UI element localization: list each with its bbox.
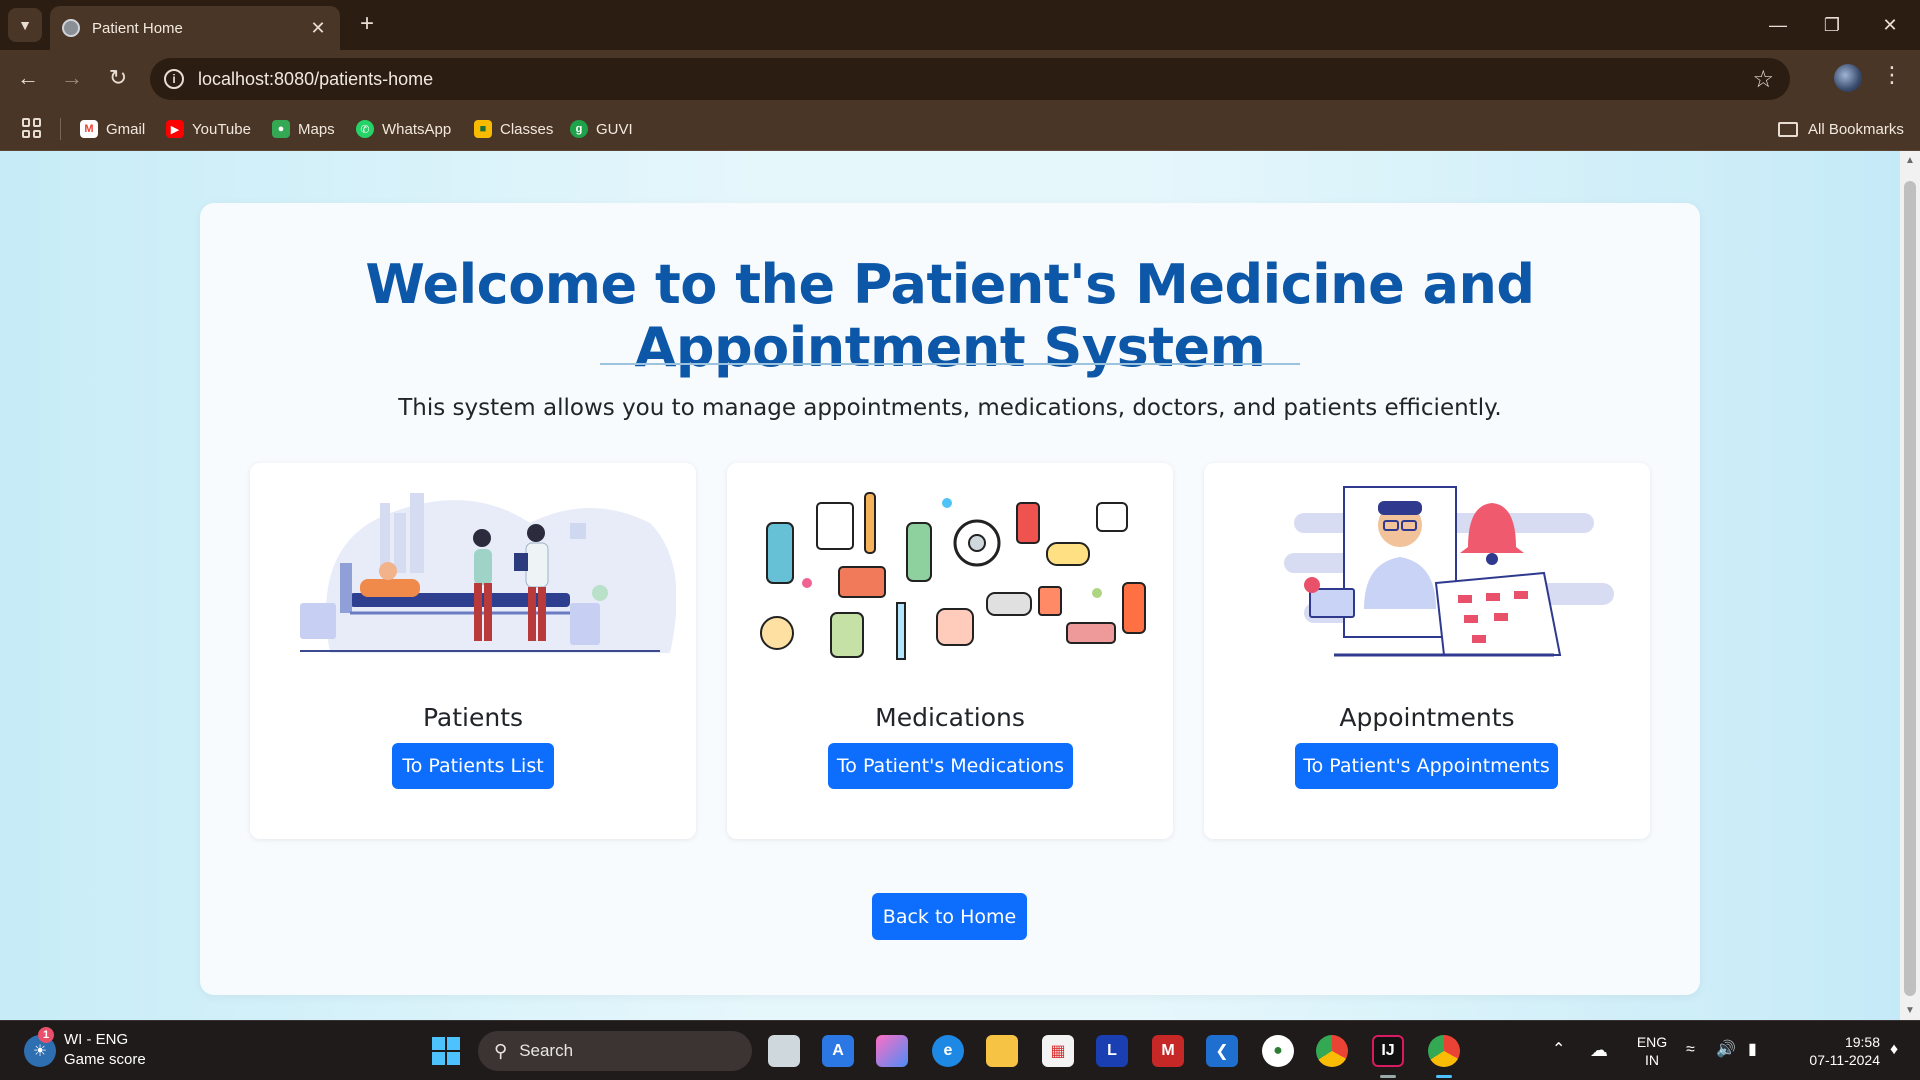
tab-title: Patient Home bbox=[92, 19, 183, 37]
chrome-active-icon[interactable] bbox=[1428, 1035, 1460, 1067]
bookmark-label: Classes bbox=[500, 120, 554, 138]
scroll-down-arrow-icon[interactable]: ▼ bbox=[1904, 1005, 1916, 1016]
bookmark-label: Maps bbox=[298, 120, 335, 138]
scroll-up-arrow-icon[interactable]: ▲ bbox=[1904, 155, 1916, 166]
appointments-card-title: Appointments bbox=[1339, 703, 1515, 732]
task-view-icon[interactable] bbox=[768, 1035, 800, 1067]
windows-taskbar: ☀ 1 WI - ENG Game score ⚲ Search A e ▦ L… bbox=[0, 1020, 1920, 1080]
file-explorer-icon[interactable] bbox=[986, 1035, 1018, 1067]
copilot-icon[interactable] bbox=[876, 1035, 908, 1067]
windows-start-icon[interactable] bbox=[430, 1035, 462, 1067]
patients-card: Patients To Patients List bbox=[250, 463, 696, 839]
browser-tab-bar: ▼ Patient Home ✕ + — ❐ ✕ bbox=[0, 0, 1920, 50]
running-indicator bbox=[1380, 1075, 1396, 1078]
gmail-icon: M bbox=[80, 120, 98, 138]
bookmark-maps[interactable]: ● Maps bbox=[272, 117, 335, 141]
reload-icon[interactable]: ↻ bbox=[102, 62, 134, 94]
globe-icon bbox=[62, 19, 80, 37]
classroom-icon: ■ bbox=[474, 120, 492, 138]
search-icon: ⚲ bbox=[494, 1040, 508, 1061]
app-icon[interactable]: A bbox=[822, 1035, 854, 1067]
browser-toolbar: ← → ↻ i localhost:8080/patients-home ☆ ⋮ bbox=[0, 50, 1920, 106]
medications-card: Medications To Patient's Medications bbox=[727, 463, 1173, 839]
page-title: Welcome to the Patient's Medicine and Ap… bbox=[365, 253, 1535, 379]
widget-subtitle[interactable]: Game score bbox=[64, 1051, 146, 1069]
active-indicator bbox=[1436, 1075, 1452, 1078]
back-arrow-icon[interactable]: ← bbox=[12, 62, 44, 94]
bookmark-star-icon[interactable]: ☆ bbox=[1752, 65, 1774, 94]
patients-list-button[interactable]: To Patients List bbox=[392, 743, 554, 789]
show-hidden-icons[interactable]: ⌃ bbox=[1552, 1041, 1565, 1059]
tab-search-button[interactable]: ▼ bbox=[8, 8, 42, 42]
all-bookmarks-label: All Bookmarks bbox=[1808, 120, 1904, 138]
appointments-button[interactable]: To Patient's Appointments bbox=[1295, 743, 1558, 789]
bookmarks-separator bbox=[60, 118, 61, 140]
back-to-home-button[interactable]: Back to Home bbox=[872, 893, 1027, 940]
bookmark-label: YouTube bbox=[192, 120, 251, 138]
battery-icon[interactable]: ▮ bbox=[1748, 1041, 1757, 1059]
intellij-icon[interactable]: IJ bbox=[1372, 1035, 1404, 1067]
wifi-icon[interactable]: ≈ bbox=[1686, 1041, 1695, 1059]
taskbar-search[interactable]: ⚲ Search bbox=[478, 1031, 752, 1071]
app-l-icon[interactable]: L bbox=[1096, 1035, 1128, 1067]
maps-icon: ● bbox=[272, 120, 290, 138]
apps-grid-icon[interactable] bbox=[22, 118, 42, 138]
notification-badge: 1 bbox=[38, 1027, 54, 1043]
language-bottom[interactable]: IN bbox=[1634, 1051, 1670, 1069]
patients-card-title: Patients bbox=[422, 703, 524, 732]
store-icon[interactable]: ▦ bbox=[1042, 1035, 1074, 1067]
medical-supplies-illustration bbox=[747, 483, 1153, 667]
onedrive-icon[interactable]: ☁ bbox=[1590, 1041, 1608, 1059]
bookmark-label: WhatsApp bbox=[382, 120, 452, 138]
medications-button[interactable]: To Patient's Medications bbox=[828, 743, 1073, 789]
url-text[interactable]: localhost:8080/patients-home bbox=[198, 69, 1752, 90]
site-info-icon[interactable]: i bbox=[164, 69, 184, 89]
page-viewport: Welcome to the Patient's Medicine and Ap… bbox=[0, 151, 1900, 1020]
restore-button[interactable]: ❐ bbox=[1814, 10, 1850, 40]
page-scrollbar[interactable]: ▲ ▼ bbox=[1900, 151, 1920, 1020]
volume-icon[interactable]: 🔊 bbox=[1716, 1041, 1736, 1059]
chrome-icon[interactable] bbox=[1316, 1035, 1348, 1067]
youtube-icon: ▶ bbox=[166, 120, 184, 138]
mongodb-icon[interactable]: ● bbox=[1262, 1035, 1294, 1067]
profile-avatar[interactable] bbox=[1834, 64, 1862, 92]
forward-arrow-icon[interactable]: → bbox=[56, 62, 88, 94]
appointments-card: Appointments To Patient's Appointments bbox=[1204, 463, 1650, 839]
folder-icon bbox=[1778, 121, 1798, 137]
widget-title[interactable]: WI - ENG bbox=[64, 1031, 128, 1049]
bookmark-whatsapp[interactable]: ✆ WhatsApp bbox=[356, 117, 451, 141]
intro-text: This system allows you to manage appoint… bbox=[398, 395, 1502, 421]
browser-tab[interactable]: Patient Home ✕ bbox=[50, 6, 340, 50]
all-bookmarks-button[interactable]: All Bookmarks bbox=[1778, 117, 1904, 141]
new-tab-button[interactable]: + bbox=[352, 10, 382, 40]
bookmark-label: GUVI bbox=[596, 120, 633, 138]
clock-date[interactable]: 07-11-2024 bbox=[1780, 1051, 1880, 1069]
language-top[interactable]: ENG bbox=[1634, 1033, 1670, 1051]
close-tab-icon[interactable]: ✕ bbox=[308, 18, 328, 39]
bookmark-label: Gmail bbox=[106, 120, 146, 138]
vscode-icon[interactable]: ❮ bbox=[1206, 1035, 1238, 1067]
bookmark-gmail[interactable]: M Gmail bbox=[80, 117, 145, 141]
search-placeholder: Search bbox=[519, 1041, 574, 1060]
notification-bell-icon[interactable]: ♦ bbox=[1890, 1041, 1898, 1059]
scrollbar-thumb[interactable] bbox=[1904, 181, 1916, 996]
clock-time[interactable]: 19:58 bbox=[1780, 1033, 1880, 1051]
bookmark-classes[interactable]: ■ Classes bbox=[474, 117, 553, 141]
doctor-calendar-illustration bbox=[1284, 486, 1614, 657]
address-bar[interactable]: i localhost:8080/patients-home ☆ bbox=[150, 58, 1790, 100]
hospital-bed-illustration bbox=[300, 493, 676, 653]
bookmark-guvi[interactable]: g GUVI bbox=[570, 117, 633, 141]
bookmark-youtube[interactable]: ▶ YouTube bbox=[166, 117, 251, 141]
browser-menu-icon[interactable]: ⋮ bbox=[1880, 62, 1904, 88]
bookmarks-bar: M Gmail ▶ YouTube ● Maps ✆ WhatsApp ■ Cl… bbox=[0, 106, 1920, 151]
edge-icon[interactable]: e bbox=[932, 1035, 964, 1067]
close-window-button[interactable]: ✕ bbox=[1872, 10, 1908, 40]
title-divider bbox=[600, 363, 1300, 365]
medications-card-title: Medications bbox=[875, 703, 1025, 732]
whatsapp-icon: ✆ bbox=[356, 120, 374, 138]
main-container: Welcome to the Patient's Medicine and Ap… bbox=[200, 203, 1700, 995]
guvi-icon: g bbox=[570, 120, 588, 138]
mcafee-icon[interactable]: M bbox=[1152, 1035, 1184, 1067]
minimize-button[interactable]: — bbox=[1760, 10, 1796, 40]
